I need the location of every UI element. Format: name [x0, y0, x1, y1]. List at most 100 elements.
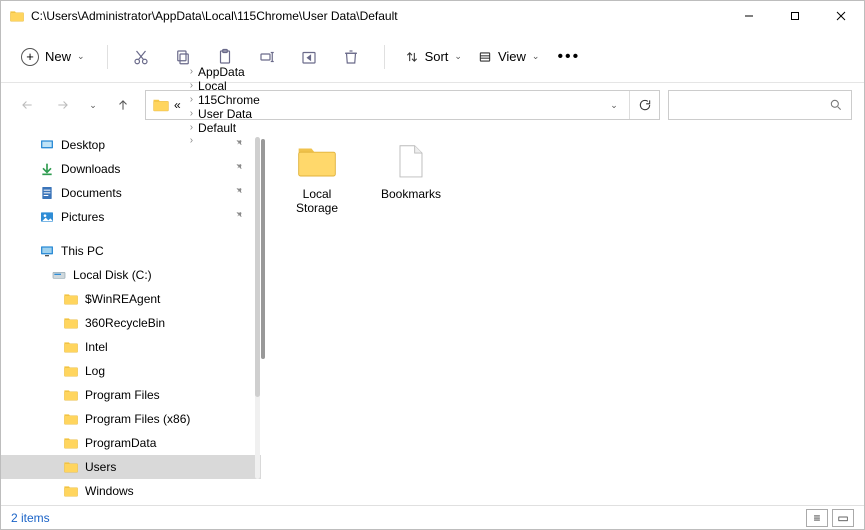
- content-pane[interactable]: Local Storage Bookmarks: [261, 127, 864, 505]
- sort-button[interactable]: Sort ⌄: [399, 45, 468, 68]
- sidebar-item-label: Users: [85, 460, 116, 474]
- sidebar-item-desktop[interactable]: Desktop: [1, 133, 261, 157]
- sidebar-item-folder[interactable]: ProgramData: [1, 431, 261, 455]
- view-icon: [478, 50, 492, 64]
- drive-icon: [51, 267, 67, 283]
- folder-icon: [63, 411, 79, 427]
- folder-icon: [152, 96, 170, 114]
- content-scrollbar[interactable]: [261, 139, 265, 359]
- chevron-down-icon: ⌄: [77, 51, 85, 62]
- item-label: Local Storage: [281, 187, 353, 215]
- sidebar-item-label: Documents: [61, 186, 122, 200]
- main-area: Desktop Downloads Documents Pictures This P…: [1, 127, 864, 505]
- folder-icon: [63, 363, 79, 379]
- title-bar: C:\Users\Administrator\AppData\Local\115…: [1, 1, 864, 31]
- sidebar-item-folder[interactable]: Users: [1, 455, 261, 479]
- folder-icon: [295, 143, 339, 183]
- address-bar[interactable]: « ›AppData›Local›115Chrome›User Data›Def…: [145, 90, 660, 120]
- sidebar-item-label: Pictures: [61, 210, 104, 224]
- breadcrumb-overflow[interactable]: «: [174, 98, 181, 112]
- pin-icon: [232, 210, 243, 224]
- folder-icon: [63, 483, 79, 499]
- picture-icon: [39, 209, 55, 225]
- new-label: New: [45, 49, 71, 64]
- breadcrumb-segment[interactable]: ›User Data: [185, 107, 260, 121]
- plus-icon: +: [21, 48, 39, 66]
- back-button[interactable]: [13, 91, 41, 119]
- sidebar-item-label: $WinREAgent: [85, 292, 160, 306]
- sidebar-item-folder[interactable]: $WinREAgent: [1, 287, 261, 311]
- sidebar-item-documents[interactable]: Documents: [1, 181, 261, 205]
- pc-icon: [39, 243, 55, 259]
- toolbar: + New ⌄ Sort ⌄ View ⌄ •••: [1, 31, 864, 83]
- recent-locations-button[interactable]: ⌄: [85, 91, 101, 119]
- refresh-button[interactable]: [629, 91, 659, 119]
- folder-icon: [63, 315, 79, 331]
- navigation-pane: Desktop Downloads Documents Pictures This P…: [1, 127, 261, 505]
- pin-icon: [232, 186, 243, 200]
- sidebar-item-folder[interactable]: 360RecycleBin: [1, 311, 261, 335]
- folder-item[interactable]: Local Storage: [281, 143, 353, 215]
- close-button[interactable]: [818, 1, 864, 31]
- download-icon: [39, 161, 55, 177]
- view-button[interactable]: View ⌄: [472, 45, 546, 68]
- sort-label: Sort: [425, 49, 449, 64]
- sidebar-item-folder[interactable]: Intel: [1, 335, 261, 359]
- file-icon: [389, 143, 433, 183]
- chevron-down-icon: ⌄: [454, 51, 462, 62]
- chevron-down-icon: ⌄: [532, 51, 540, 62]
- icons-view-button[interactable]: ▭: [832, 509, 854, 527]
- item-label: Bookmarks: [381, 187, 441, 201]
- search-input[interactable]: [668, 90, 852, 120]
- file-item[interactable]: Bookmarks: [375, 143, 447, 215]
- sidebar-item-label: 360RecycleBin: [85, 316, 165, 330]
- folder-icon: [63, 435, 79, 451]
- pin-icon: [232, 138, 243, 152]
- item-count: 2 items: [11, 511, 50, 525]
- sidebar-item-pictures[interactable]: Pictures: [1, 205, 261, 229]
- sidebar-item-folder[interactable]: Program Files: [1, 383, 261, 407]
- sidebar-item-drive[interactable]: Local Disk (C:): [1, 263, 261, 287]
- window-title: C:\Users\Administrator\AppData\Local\115…: [31, 9, 726, 23]
- sidebar-item-downloads[interactable]: Downloads: [1, 157, 261, 181]
- sidebar-item-label: Program Files (x86): [85, 412, 190, 426]
- breadcrumb-segment[interactable]: ›Local: [185, 79, 260, 93]
- sidebar-item-this-pc[interactable]: This PC: [1, 239, 261, 263]
- separator: [384, 45, 385, 69]
- folder-icon: [9, 8, 25, 24]
- maximize-button[interactable]: [772, 1, 818, 31]
- new-button[interactable]: + New ⌄: [13, 44, 93, 70]
- cut-button[interactable]: [122, 41, 160, 73]
- sidebar-item-folder[interactable]: Windows: [1, 479, 261, 503]
- up-button[interactable]: [109, 91, 137, 119]
- minimize-button[interactable]: [726, 1, 772, 31]
- address-row: ⌄ « ›AppData›Local›115Chrome›User Data›D…: [1, 83, 864, 127]
- breadcrumb-segment[interactable]: ›AppData: [185, 65, 260, 79]
- sidebar-item-label: Desktop: [61, 138, 105, 152]
- search-icon: [829, 98, 843, 112]
- address-dropdown-button[interactable]: ⌄: [599, 91, 629, 119]
- status-bar: 2 items ≡ ▭: [1, 505, 864, 529]
- document-icon: [39, 185, 55, 201]
- sidebar-item-label: Downloads: [61, 162, 120, 176]
- sidebar-item-label: Log: [85, 364, 105, 378]
- folder-icon: [63, 291, 79, 307]
- more-button[interactable]: •••: [549, 48, 588, 66]
- sidebar-item-label: Program Files: [85, 388, 160, 402]
- forward-button[interactable]: [49, 91, 77, 119]
- sidebar-item-label: ProgramData: [85, 436, 156, 450]
- separator: [107, 45, 108, 69]
- desktop-icon: [39, 137, 55, 153]
- breadcrumb-segment[interactable]: ›115Chrome: [185, 93, 260, 107]
- details-view-button[interactable]: ≡: [806, 509, 828, 527]
- delete-button[interactable]: [332, 41, 370, 73]
- sidebar-item-label: This PC: [61, 244, 104, 258]
- sidebar-item-folder[interactable]: Log: [1, 359, 261, 383]
- folder-icon: [63, 459, 79, 475]
- folder-icon: [63, 387, 79, 403]
- folder-icon: [63, 339, 79, 355]
- share-button[interactable]: [290, 41, 328, 73]
- view-label: View: [498, 49, 526, 64]
- sidebar-scrollbar[interactable]: [253, 133, 261, 483]
- sidebar-item-folder[interactable]: Program Files (x86): [1, 407, 261, 431]
